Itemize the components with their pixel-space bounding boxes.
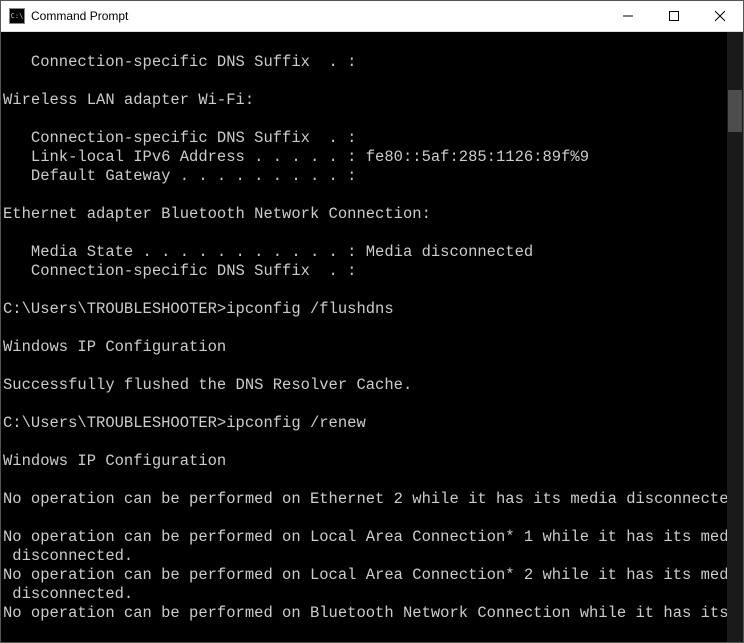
minimize-icon xyxy=(623,11,633,21)
maximize-icon xyxy=(669,11,679,21)
terminal-area: Connection-specific DNS Suffix . : Wirel… xyxy=(1,32,743,642)
scrollbar[interactable] xyxy=(727,32,743,642)
command-prompt-window: C:\ Command Prompt Connection-specific D… xyxy=(0,0,744,643)
terminal-output[interactable]: Connection-specific DNS Suffix . : Wirel… xyxy=(1,32,727,642)
window-title: Command Prompt xyxy=(31,9,605,23)
app-icon-text: C:\ xyxy=(11,12,24,20)
window-controls xyxy=(605,1,743,31)
scroll-thumb[interactable] xyxy=(728,90,742,132)
close-button[interactable] xyxy=(697,1,743,31)
minimize-button[interactable] xyxy=(605,1,651,31)
close-icon xyxy=(715,11,725,21)
maximize-button[interactable] xyxy=(651,1,697,31)
titlebar[interactable]: C:\ Command Prompt xyxy=(1,1,743,32)
app-icon: C:\ xyxy=(9,8,25,24)
